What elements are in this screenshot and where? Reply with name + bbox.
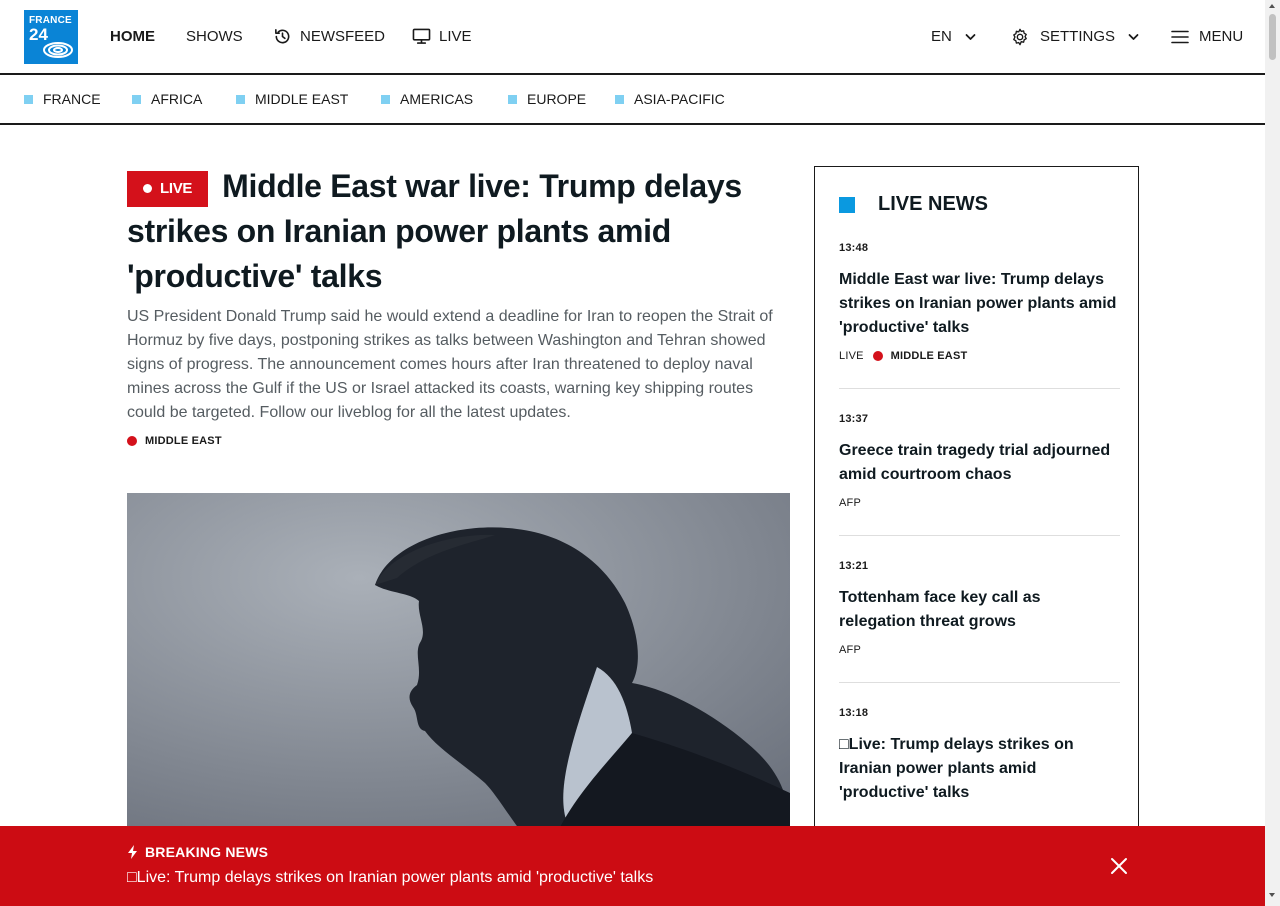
region-square-icon xyxy=(24,94,33,104)
live-news-headline[interactable]: Greece train tragedy trial adjourned ami… xyxy=(839,439,1120,487)
region-item-asia-pacific[interactable]: ASIA-PACIFIC xyxy=(615,75,725,123)
gear-icon xyxy=(1013,28,1027,45)
language-selector[interactable]: EN xyxy=(931,0,976,73)
live-news-square-icon xyxy=(839,196,855,213)
nav-home-label: HOME xyxy=(110,28,155,45)
nav-live-label: LIVE xyxy=(439,28,472,45)
region-label: AMERICAS xyxy=(400,91,474,107)
region-nav-bar: FRANCE AFRICA MIDDLE EAST AMERICAS EUROP… xyxy=(0,75,1265,125)
main-nav: SHOWS xyxy=(186,0,243,73)
article-headline-block[interactable]: LIVE Middle East war live: Trump delays … xyxy=(127,164,790,299)
lead-article: LIVE Middle East war live: Trump delays … xyxy=(127,164,790,447)
live-news-headline[interactable]: Tottenham face key call as relegation th… xyxy=(839,586,1120,634)
history-icon xyxy=(275,29,290,44)
live-dot-icon xyxy=(872,351,883,361)
region-item-africa[interactable]: AFRICA xyxy=(132,75,202,123)
region-item-europe[interactable]: EUROPE xyxy=(508,75,586,123)
live-news-source: AFP xyxy=(839,497,861,509)
live-news-meta: AFP xyxy=(839,644,1120,656)
nav-newsfeed-label: NEWSFEED xyxy=(300,28,386,45)
region-label: AFRICA xyxy=(151,91,203,107)
region-item-middle-east[interactable]: MIDDLE EAST xyxy=(236,75,348,123)
main-nav: LIVE xyxy=(412,0,472,73)
nav-live[interactable]: LIVE xyxy=(412,0,472,73)
nav-shows[interactable]: SHOWS xyxy=(186,0,243,73)
category-dot-icon xyxy=(127,436,137,446)
france24-logo[interactable]: FRANCE 24 xyxy=(24,10,78,64)
region-label: ASIA-PACIFIC xyxy=(634,91,725,107)
logo-waves-icon xyxy=(43,42,73,58)
region-square-icon xyxy=(236,94,245,104)
live-news-item[interactable]: 13:48 Middle East war live: Trump delays… xyxy=(839,242,1120,389)
live-badge: LIVE xyxy=(127,170,209,207)
live-news-item[interactable]: 13:37 Greece train tragedy trial adjourn… xyxy=(839,413,1120,536)
menu-button[interactable]: MENU xyxy=(1171,0,1243,73)
live-badge-label: LIVE xyxy=(160,180,193,197)
region-label: MIDDLE EAST xyxy=(255,91,349,107)
chevron-down-icon xyxy=(1128,33,1139,40)
live-news-meta: AFP xyxy=(839,497,1120,509)
live-news-meta: LIVE MIDDLE EAST xyxy=(839,350,1120,362)
live-news-time: 13:37 xyxy=(839,413,869,425)
article-lede: US President Donald Trump said he would … xyxy=(127,308,773,421)
live-news-time: 13:48 xyxy=(839,242,869,254)
main-nav: NEWSFEED xyxy=(273,0,385,73)
live-news-item[interactable]: 13:18 □Live: Trump delays strikes on Ira… xyxy=(839,707,1120,805)
region-item-france[interactable]: FRANCE xyxy=(24,75,101,123)
scrollbar-thumb[interactable] xyxy=(1269,14,1276,60)
region-square-icon xyxy=(615,94,624,104)
breaking-news-banner[interactable]: BREAKING NEWS □Live: Trump delays strike… xyxy=(0,826,1265,906)
live-news-item[interactable]: 13:21 Tottenham face key call as relegat… xyxy=(839,560,1120,683)
tv-icon xyxy=(412,28,431,44)
live-dot-icon xyxy=(143,184,152,193)
live-news-source: AFP xyxy=(839,644,861,656)
nav-newsfeed[interactable]: NEWSFEED xyxy=(273,0,385,73)
region-square-icon xyxy=(508,94,517,104)
lightning-icon xyxy=(128,845,137,859)
top-navigation-bar: FRANCE 24 HOME SHOWS NEWSFEED LIVE EN SE… xyxy=(0,0,1265,75)
live-news-title-label: LIVE NEWS xyxy=(878,193,989,215)
settings-menu[interactable]: SETTINGS xyxy=(1011,0,1139,73)
portrait-silhouette-image xyxy=(127,493,790,833)
live-news-headline[interactable]: Middle East war live: Trump delays strik… xyxy=(839,268,1120,340)
breaking-news-label-row: BREAKING NEWS xyxy=(127,844,268,860)
close-icon[interactable] xyxy=(1107,854,1131,878)
page-scrollbar[interactable] xyxy=(1265,0,1280,906)
live-news-headline[interactable]: □Live: Trump delays strikes on Iranian p… xyxy=(839,733,1120,805)
main-nav: HOME xyxy=(110,0,155,73)
region-square-icon xyxy=(132,94,141,104)
chevron-down-icon xyxy=(965,33,976,40)
hamburger-icon xyxy=(1171,30,1189,43)
article-hero-image[interactable] xyxy=(127,493,790,833)
live-news-panel: LIVE NEWS 13:48 Middle East war live: Tr… xyxy=(814,166,1139,866)
language-label: EN xyxy=(931,28,952,45)
menu-label: MENU xyxy=(1199,28,1244,45)
live-news-category[interactable]: MIDDLE EAST xyxy=(891,350,968,362)
live-news-time: 13:18 xyxy=(839,707,869,719)
scroll-up-arrow-icon[interactable] xyxy=(1269,4,1275,8)
live-news-live-label: LIVE xyxy=(839,350,864,362)
region-square-icon xyxy=(381,94,390,104)
region-label: FRANCE xyxy=(43,91,101,107)
scroll-down-arrow-icon[interactable] xyxy=(1269,893,1275,897)
nav-shows-label: SHOWS xyxy=(186,28,243,45)
settings-label: SETTINGS xyxy=(1040,28,1116,45)
breaking-news-label: BREAKING NEWS xyxy=(145,844,269,860)
breaking-news-headline[interactable]: □Live: Trump delays strikes on Iranian p… xyxy=(127,869,653,887)
article-category-tag[interactable]: MIDDLE EAST xyxy=(127,435,790,447)
nav-home[interactable]: HOME xyxy=(110,0,155,73)
region-label: EUROPE xyxy=(527,91,587,107)
live-news-time: 13:21 xyxy=(839,560,869,572)
article-headline[interactable]: Middle East war live: Trump delays strik… xyxy=(127,168,742,294)
live-news-title: LIVE NEWS xyxy=(839,193,988,216)
article-category: MIDDLE EAST xyxy=(145,435,222,447)
region-item-americas[interactable]: AMERICAS xyxy=(381,75,473,123)
